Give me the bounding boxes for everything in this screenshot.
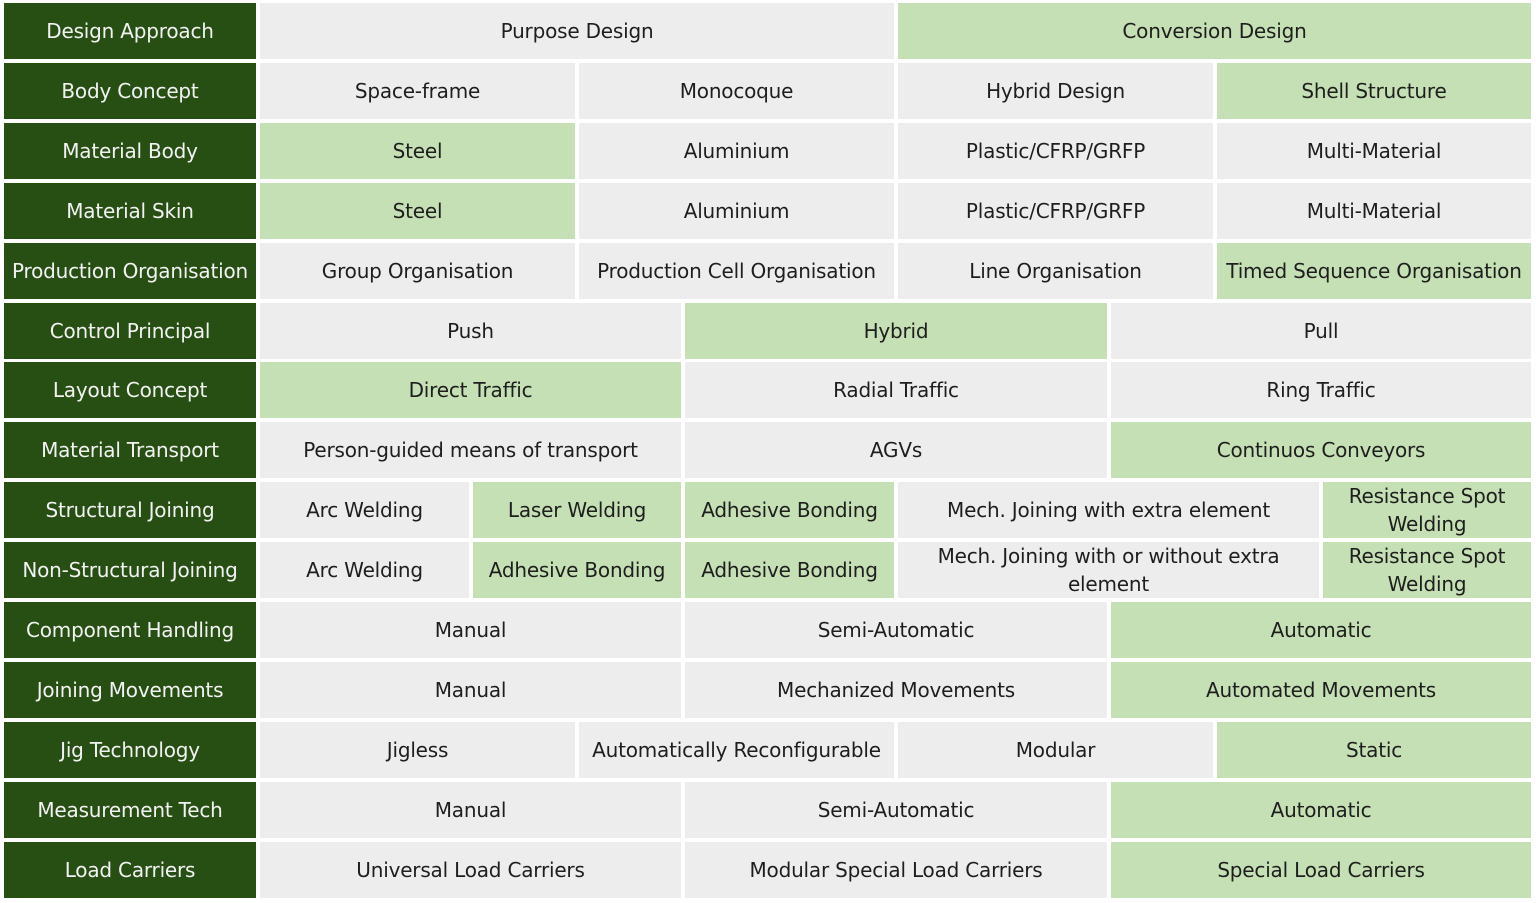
row-label: Production Organisation	[4, 243, 256, 299]
option-cell-selected: Static	[1217, 722, 1531, 778]
option-cell: Plastic/CFRP/GRFP	[898, 123, 1213, 179]
option-cell: Semi-Automatic	[685, 782, 1107, 838]
row-label: Measurement Tech	[4, 782, 256, 838]
row-label: Material Body	[4, 123, 256, 179]
option-cell: Plastic/CFRP/GRFP	[898, 183, 1213, 239]
option-cell-selected: Conversion Design	[898, 3, 1531, 59]
option-cell: Ring Traffic	[1111, 362, 1531, 418]
option-cell: AGVs	[685, 422, 1107, 478]
option-cell: Pull	[1111, 303, 1531, 359]
option-cell: Multi-Material	[1217, 183, 1531, 239]
option-cell-selected: Adhesive Bonding	[685, 542, 894, 598]
option-cell: Manual	[260, 602, 681, 658]
row-label: Material Transport	[4, 422, 256, 478]
option-cell-selected: Laser Welding	[473, 482, 681, 538]
row-label: Layout Concept	[4, 362, 256, 418]
row-label: Body Concept	[4, 63, 256, 119]
option-cell: Manual	[260, 782, 681, 838]
row-label: Component Handling	[4, 602, 256, 658]
row-label: Joining Movements	[4, 662, 256, 718]
option-cell: Manual	[260, 662, 681, 718]
option-cell-selected: Timed Sequence Organisation	[1217, 243, 1531, 299]
option-cell-selected: Hybrid	[685, 303, 1107, 359]
option-cell: Jigless	[260, 722, 575, 778]
option-cell: Space-frame	[260, 63, 575, 119]
option-cell: Line Organisation	[898, 243, 1213, 299]
option-cell: Modular Special Load Carriers	[685, 842, 1107, 898]
option-cell-selected: Steel	[260, 123, 575, 179]
option-cell-selected: Special Load Carriers	[1111, 842, 1531, 898]
option-cell-selected: Adhesive Bonding	[473, 542, 681, 598]
option-cell: Production Cell Organisation	[579, 243, 894, 299]
option-cell-selected: Continuos Conveyors	[1111, 422, 1531, 478]
option-cell: Mech. Joining with extra element	[898, 482, 1319, 538]
option-cell: Monocoque	[579, 63, 894, 119]
morphological-box: Design Approach Purpose Design Conversion …	[0, 0, 1536, 903]
row-label: Design Approach	[4, 3, 256, 59]
option-cell: Semi-Automatic	[685, 602, 1107, 658]
option-cell: Person-guided means of transport	[260, 422, 681, 478]
option-cell-selected: Resistance Spot Welding	[1323, 542, 1531, 598]
option-cell-selected: Automatic	[1111, 602, 1531, 658]
option-cell: Arc Welding	[260, 482, 469, 538]
option-cell: Arc Welding	[260, 542, 469, 598]
option-cell: Radial Traffic	[685, 362, 1107, 418]
option-cell-selected: Resistance Spot Welding	[1323, 482, 1531, 538]
option-cell-selected: Automated Movements	[1111, 662, 1531, 718]
option-cell: Modular	[898, 722, 1213, 778]
option-cell-selected: Shell Structure	[1217, 63, 1531, 119]
row-label: Load Carriers	[4, 842, 256, 898]
row-label: Material Skin	[4, 183, 256, 239]
row-label: Structural Joining	[4, 482, 256, 538]
option-cell: Aluminium	[579, 183, 894, 239]
option-cell-selected: Adhesive Bonding	[685, 482, 894, 538]
option-cell: Hybrid Design	[898, 63, 1213, 119]
option-cell: Mech. Joining with or without extra elem…	[898, 542, 1319, 598]
option-cell: Purpose Design	[260, 3, 894, 59]
row-label: Non-Structural Joining	[4, 542, 256, 598]
row-label: Jig Technology	[4, 722, 256, 778]
row-label: Control Principal	[4, 303, 256, 359]
option-cell: Group Organisation	[260, 243, 575, 299]
option-cell: Multi-Material	[1217, 123, 1531, 179]
option-cell-selected: Automatic	[1111, 782, 1531, 838]
option-cell: Universal Load Carriers	[260, 842, 681, 898]
option-cell: Aluminium	[579, 123, 894, 179]
option-cell-selected: Direct Traffic	[260, 362, 681, 418]
option-cell: Mechanized Movements	[685, 662, 1107, 718]
option-cell-selected: Steel	[260, 183, 575, 239]
option-cell: Automatically Reconfigurable	[579, 722, 894, 778]
option-cell: Push	[260, 303, 681, 359]
